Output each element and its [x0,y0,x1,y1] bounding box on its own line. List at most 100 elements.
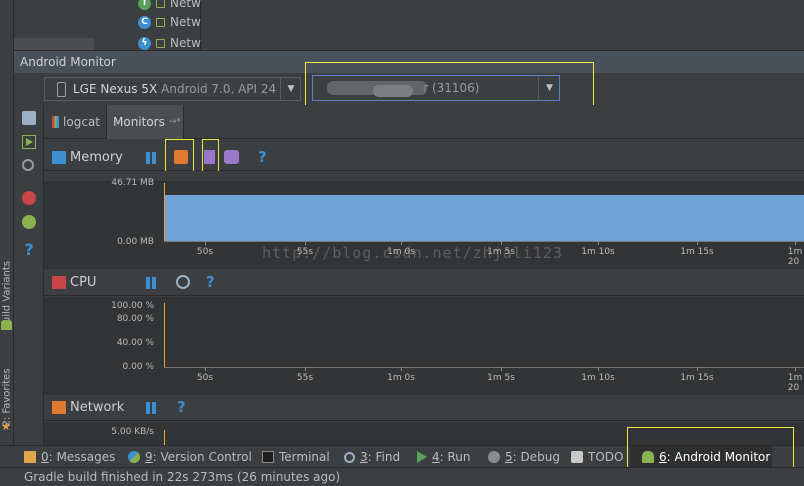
memory-monitor-header: Memory ? [44,145,804,171]
tab-monitors[interactable]: Monitors →* [106,105,184,139]
tab-todo-label: TODO [588,450,624,464]
terminate-icon[interactable] [22,191,36,205]
tab-version-control[interactable]: 9: Version Control [128,446,252,468]
tab-run[interactable]: 4: Run [417,446,471,468]
memory-x-tick-mark [795,241,796,245]
window-title: Android Monitor [20,55,116,69]
memory-x-tick-mark [205,241,206,245]
tab-todo[interactable]: TODO [571,446,623,468]
pause-icon[interactable] [146,152,157,164]
help-icon[interactable]: ? [258,148,267,166]
cpu-x-tick-label: 1m 15s [680,373,714,383]
monitor-toolbar: ? [14,105,44,445]
tree-scroll-block [14,38,94,50]
cpu-x-tick-mark [598,367,599,371]
project-tree-fragment: I Netw C Netw ϟ Netw [0,0,804,50]
memory-x-tick-label: 50s [196,247,214,257]
phone-icon [57,82,66,97]
memory-x-tick-mark [697,241,698,245]
help-icon[interactable]: ? [22,242,36,258]
help-icon[interactable]: ? [206,273,215,291]
network-title: Network [70,400,125,415]
class-icon: C [138,15,151,29]
allocation-tracking-icon[interactable] [224,150,239,164]
cpu-x-tick-label: 50s [196,373,214,383]
tab-monitors-label: Monitors [113,115,165,129]
gc-icon[interactable] [22,215,36,229]
cpu-x-tick-label: 1m 5s [487,373,515,383]
favorites-label: 2: Favorites [1,368,13,427]
cpu-x-tick-mark [795,367,796,371]
pause-icon[interactable] [146,402,157,414]
cpu-y-tick: 40.00 % [116,338,154,348]
pin-tab-icon[interactable]: →* [169,117,181,127]
cpu-y-tick: 0.00 % [122,362,154,372]
highlight-box [165,139,194,173]
tab-vcs-label: : Version Control [152,450,252,464]
tab-terminal[interactable]: Terminal [262,446,330,468]
cpu-x-tick-mark [305,367,306,371]
tab-vcs-key: 9 [145,450,153,464]
screen-record-icon[interactable] [22,159,34,171]
status-message: Gradle build finished in 22s 273ms (26 m… [24,470,341,484]
device-detail: Android 7.0, API 24 [161,82,277,96]
memory-title: Memory [70,150,123,165]
tab-run-label: : Run [439,450,471,464]
tab-messages-key: 0 [41,450,49,464]
tab-logcat[interactable]: logcat [46,105,106,139]
todo-icon [571,451,583,463]
cpu-monitor-header: CPU ? [44,270,804,296]
tree-item-label: Netw [170,15,201,29]
memory-x-tick-mark [598,241,599,245]
lock-icon [156,38,165,48]
lock-icon [156,17,165,27]
status-bar: Gradle build finished in 22s 273ms (26 m… [0,467,804,486]
star-icon: ★ [1,420,11,433]
cpu-y-tick: 80.00 % [116,314,154,324]
run-icon [417,451,427,463]
memory-y-top: 46.71 MB [111,178,154,188]
tab-find[interactable]: 3: Find [344,446,400,468]
tab-find-label: : Find [367,450,401,464]
memory-icon [52,151,66,164]
tab-messages-label: : Messages [48,450,116,464]
stopwatch-icon[interactable] [176,275,190,289]
cpu-title: CPU [70,275,97,290]
camera-icon[interactable] [22,111,36,125]
search-icon [344,451,355,463]
memory-x-tick-label: 1m 15s [680,247,714,257]
tree-item-label: Netw [170,36,201,50]
cpu-x-tick-mark [501,367,502,371]
android-icon [1,320,12,330]
cpu-y-tick: 100.00 % [111,301,154,311]
play-icon[interactable] [22,135,36,149]
left-tool-strip: Build Variants 2: Favorites ★ [0,50,14,445]
tree-item-label: Netw [170,0,201,10]
tree-item[interactable]: I Netw [138,0,201,12]
cpu-x-tick-label: 1m 10s [581,373,615,383]
tab-debug[interactable]: 5: Debug [488,446,560,468]
cpu-x-tick-mark [205,367,206,371]
watermark: http://blog.csdn.net/zhjali123 [262,244,563,262]
tree-item[interactable]: C Netw [138,13,201,31]
memory-allocated-area [165,195,804,241]
network-monitor-header: Network ? [44,395,804,421]
monitor-tabs: logcat Monitors →* [44,105,804,139]
terminal-icon [262,451,274,463]
pause-icon[interactable] [146,277,157,289]
lock-icon [156,0,165,8]
device-dropdown[interactable]: LGE Nexus 5X Android 7.0, API 24 [44,77,301,101]
tab-terminal-label: Terminal [279,450,330,464]
cpu-x-tick-mark [401,367,402,371]
logcat-icon [52,116,60,128]
tab-run-key: 4 [432,450,440,464]
memory-y-bottom: 0.00 MB [117,237,154,247]
memory-x-tick-label: 1m 20 [787,247,803,267]
chevron-down-icon[interactable]: ▼ [280,77,301,101]
tab-messages[interactable]: 0: Messages [24,446,115,468]
network-icon [52,401,66,414]
help-icon[interactable]: ? [177,398,186,416]
cpu-graph: 100.00 % 80.00 % 40.00 % 0.00 % 50s 55s 1m… [44,297,804,395]
cpu-x-tick-mark [697,367,698,371]
tab-logcat-label: logcat [63,115,100,129]
